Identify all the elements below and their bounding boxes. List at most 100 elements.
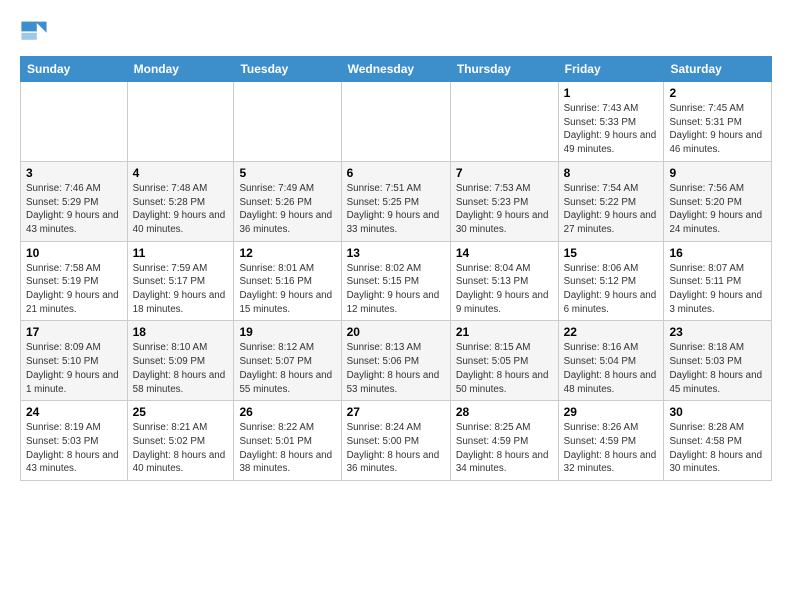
calendar-cell: 6 Sunrise: 7:51 AM Sunset: 5:25 PM Daylig… xyxy=(341,161,450,241)
calendar-week-1: 3 Sunrise: 7:46 AM Sunset: 5:29 PM Daylig… xyxy=(21,161,772,241)
day-number: 18 xyxy=(133,325,229,339)
calendar-week-2: 10 Sunrise: 7:58 AM Sunset: 5:19 PM Dayli… xyxy=(21,241,772,321)
day-info: Sunrise: 8:22 AM Sunset: 5:01 PM Dayligh… xyxy=(239,421,335,476)
calendar-cell: 19Sunrise: 8:12 AM Sunset: 5:07 PM Dayli… xyxy=(234,321,341,401)
calendar-cell xyxy=(234,82,341,162)
day-info: Sunrise: 7:53 AM Sunset: 5:23 PM Dayligh… xyxy=(456,182,553,237)
calendar-cell: 13 Sunrise: 8:02 AM Sunset: 5:15 PM Dayli… xyxy=(341,241,450,321)
weekday-header-friday: Friday xyxy=(558,57,664,82)
weekday-header-sunday: Sunday xyxy=(21,57,128,82)
day-info: Sunrise: 7:54 AM Sunset: 5:22 PM Dayligh… xyxy=(564,182,659,237)
day-info: Sunrise: 8:07 AM Sunset: 5:11 PM Dayligh… xyxy=(669,262,766,317)
day-number: 20 xyxy=(347,325,445,339)
day-info: Sunrise: 8:16 AM Sunset: 5:04 PM Dayligh… xyxy=(564,341,659,396)
day-info: Sunrise: 8:15 AM Sunset: 5:05 PM Dayligh… xyxy=(456,341,553,396)
day-number: 23 xyxy=(669,325,766,339)
day-info: Sunrise: 8:18 AM Sunset: 5:03 PM Dayligh… xyxy=(669,341,766,396)
day-number: 15 xyxy=(564,246,659,260)
calendar-cell xyxy=(341,82,450,162)
day-number: 2 xyxy=(669,86,766,100)
calendar-cell: 22 Sunrise: 8:16 AM Sunset: 5:04 PM Dayli… xyxy=(558,321,664,401)
calendar-cell: 24 Sunrise: 8:19 AM Sunset: 5:03 PM Dayli… xyxy=(21,401,128,481)
day-number: 1 xyxy=(564,86,659,100)
day-info: Sunrise: 8:01 AM Sunset: 5:16 PM Dayligh… xyxy=(239,262,335,317)
calendar-cell: 10 Sunrise: 7:58 AM Sunset: 5:19 PM Dayli… xyxy=(21,241,128,321)
day-number: 27 xyxy=(347,405,445,419)
day-info: Sunrise: 8:19 AM Sunset: 5:03 PM Dayligh… xyxy=(26,421,122,476)
day-info: Sunrise: 7:51 AM Sunset: 5:25 PM Dayligh… xyxy=(347,182,445,237)
day-number: 28 xyxy=(456,405,553,419)
weekday-header-row: SundayMondayTuesdayWednesdayThursdayFrid… xyxy=(21,57,772,82)
weekday-header-monday: Monday xyxy=(127,57,234,82)
day-number: 8 xyxy=(564,166,659,180)
calendar-cell: 28Sunrise: 8:25 AM Sunset: 4:59 PM Dayli… xyxy=(450,401,558,481)
calendar-cell: 8 Sunrise: 7:54 AM Sunset: 5:22 PM Daylig… xyxy=(558,161,664,241)
day-info: Sunrise: 8:28 AM Sunset: 4:58 PM Dayligh… xyxy=(669,421,766,476)
header xyxy=(20,16,772,44)
calendar-cell: 14Sunrise: 8:04 AM Sunset: 5:13 PM Dayli… xyxy=(450,241,558,321)
day-info: Sunrise: 7:45 AM Sunset: 5:31 PM Dayligh… xyxy=(669,102,766,157)
day-info: Sunrise: 7:48 AM Sunset: 5:28 PM Dayligh… xyxy=(133,182,229,237)
day-number: 19 xyxy=(239,325,335,339)
day-number: 4 xyxy=(133,166,229,180)
day-number: 11 xyxy=(133,246,229,260)
day-info: Sunrise: 7:46 AM Sunset: 5:29 PM Dayligh… xyxy=(26,182,122,237)
day-number: 9 xyxy=(669,166,766,180)
day-number: 3 xyxy=(26,166,122,180)
day-number: 5 xyxy=(239,166,335,180)
calendar-cell: 21 Sunrise: 8:15 AM Sunset: 5:05 PM Dayli… xyxy=(450,321,558,401)
day-number: 10 xyxy=(26,246,122,260)
calendar-cell: 1 Sunrise: 7:43 AM Sunset: 5:33 PM Daylig… xyxy=(558,82,664,162)
calendar-week-0: 1 Sunrise: 7:43 AM Sunset: 5:33 PM Daylig… xyxy=(21,82,772,162)
day-info: Sunrise: 8:02 AM Sunset: 5:15 PM Dayligh… xyxy=(347,262,445,317)
day-info: Sunrise: 8:10 AM Sunset: 5:09 PM Dayligh… xyxy=(133,341,229,396)
calendar-cell: 29 Sunrise: 8:26 AM Sunset: 4:59 PM Dayli… xyxy=(558,401,664,481)
day-info: Sunrise: 8:26 AM Sunset: 4:59 PM Dayligh… xyxy=(564,421,659,476)
calendar-cell: 17 Sunrise: 8:09 AM Sunset: 5:10 PM Dayli… xyxy=(21,321,128,401)
day-number: 6 xyxy=(347,166,445,180)
calendar-week-3: 17 Sunrise: 8:09 AM Sunset: 5:10 PM Dayli… xyxy=(21,321,772,401)
day-number: 30 xyxy=(669,405,766,419)
calendar-cell: 27 Sunrise: 8:24 AM Sunset: 5:00 PM Dayli… xyxy=(341,401,450,481)
calendar-cell: 12 Sunrise: 8:01 AM Sunset: 5:16 PM Dayli… xyxy=(234,241,341,321)
calendar-cell: 3 Sunrise: 7:46 AM Sunset: 5:29 PM Daylig… xyxy=(21,161,128,241)
calendar-cell: 26 Sunrise: 8:22 AM Sunset: 5:01 PM Dayli… xyxy=(234,401,341,481)
day-number: 24 xyxy=(26,405,122,419)
logo xyxy=(20,16,52,44)
calendar-cell: 30 Sunrise: 8:28 AM Sunset: 4:58 PM Dayli… xyxy=(664,401,772,481)
day-number: 17 xyxy=(26,325,122,339)
day-info: Sunrise: 8:06 AM Sunset: 5:12 PM Dayligh… xyxy=(564,262,659,317)
calendar-cell xyxy=(127,82,234,162)
weekday-header-thursday: Thursday xyxy=(450,57,558,82)
day-number: 13 xyxy=(347,246,445,260)
page: SundayMondayTuesdayWednesdayThursdayFrid… xyxy=(0,0,792,612)
day-number: 26 xyxy=(239,405,335,419)
day-number: 29 xyxy=(564,405,659,419)
calendar-cell: 15 Sunrise: 8:06 AM Sunset: 5:12 PM Dayli… xyxy=(558,241,664,321)
calendar-cell: 5 Sunrise: 7:49 AM Sunset: 5:26 PM Daylig… xyxy=(234,161,341,241)
calendar-table: SundayMondayTuesdayWednesdayThursdayFrid… xyxy=(20,56,772,481)
day-info: Sunrise: 7:56 AM Sunset: 5:20 PM Dayligh… xyxy=(669,182,766,237)
day-info: Sunrise: 8:24 AM Sunset: 5:00 PM Dayligh… xyxy=(347,421,445,476)
calendar-cell: 2 Sunrise: 7:45 AM Sunset: 5:31 PM Daylig… xyxy=(664,82,772,162)
calendar-cell xyxy=(21,82,128,162)
weekday-header-wednesday: Wednesday xyxy=(341,57,450,82)
day-info: Sunrise: 8:09 AM Sunset: 5:10 PM Dayligh… xyxy=(26,341,122,396)
day-number: 22 xyxy=(564,325,659,339)
day-info: Sunrise: 7:59 AM Sunset: 5:17 PM Dayligh… xyxy=(133,262,229,317)
day-info: Sunrise: 7:43 AM Sunset: 5:33 PM Dayligh… xyxy=(564,102,659,157)
weekday-header-saturday: Saturday xyxy=(664,57,772,82)
calendar-cell: 4 Sunrise: 7:48 AM Sunset: 5:28 PM Daylig… xyxy=(127,161,234,241)
calendar-cell: 16 Sunrise: 8:07 AM Sunset: 5:11 PM Dayli… xyxy=(664,241,772,321)
day-info: Sunrise: 7:49 AM Sunset: 5:26 PM Dayligh… xyxy=(239,182,335,237)
calendar-cell: 25Sunrise: 8:21 AM Sunset: 5:02 PM Dayli… xyxy=(127,401,234,481)
calendar-week-4: 24 Sunrise: 8:19 AM Sunset: 5:03 PM Dayli… xyxy=(21,401,772,481)
calendar-header: SundayMondayTuesdayWednesdayThursdayFrid… xyxy=(21,57,772,82)
day-number: 16 xyxy=(669,246,766,260)
calendar-cell: 18 Sunrise: 8:10 AM Sunset: 5:09 PM Dayli… xyxy=(127,321,234,401)
calendar-cell: 9 Sunrise: 7:56 AM Sunset: 5:20 PM Daylig… xyxy=(664,161,772,241)
day-number: 21 xyxy=(456,325,553,339)
day-info: Sunrise: 7:58 AM Sunset: 5:19 PM Dayligh… xyxy=(26,262,122,317)
day-number: 14 xyxy=(456,246,553,260)
day-number: 12 xyxy=(239,246,335,260)
